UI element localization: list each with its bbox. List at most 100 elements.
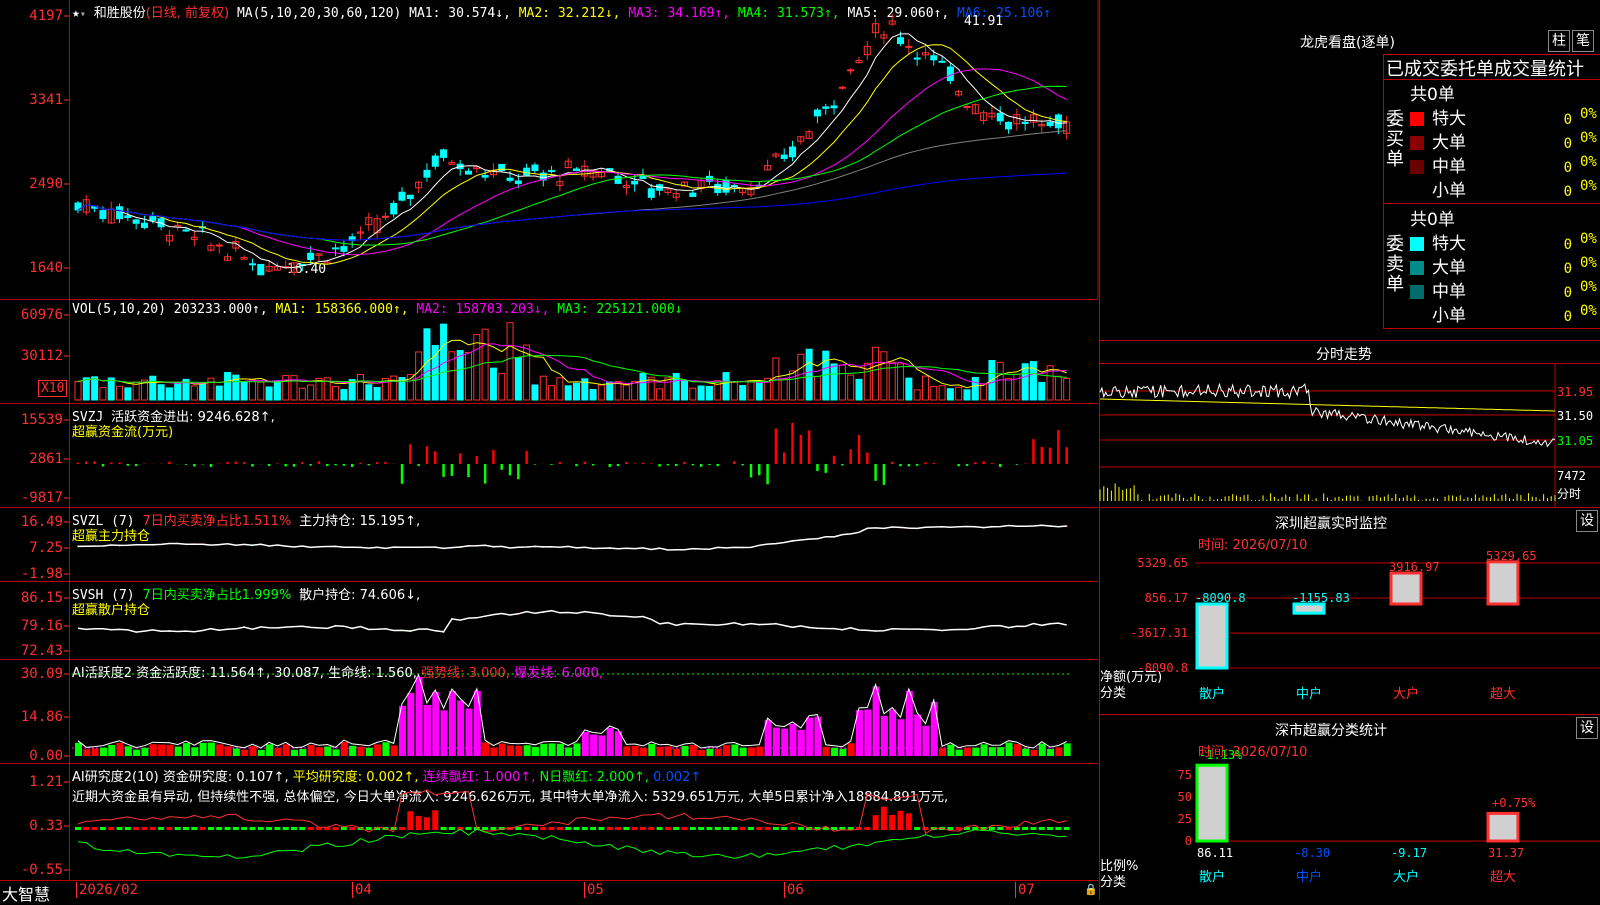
volume-bar [955, 386, 963, 401]
research-bar [540, 827, 547, 830]
activity-bar [75, 742, 82, 756]
ts-unit-label: 分时 [1557, 487, 1582, 501]
volume-bar [307, 384, 315, 401]
activity-bar [831, 747, 839, 756]
monitor-box[interactable]: 深圳超赢实时监控 设 时间: 2026/07/10 5329.65 856.17-… [1100, 507, 1600, 715]
order-count: 0 [1563, 184, 1572, 200]
ai-research-pane[interactable]: 1.21 0.33 -0.55 AI研究度2(10) 资金研究度: 0.107↑… [0, 764, 1098, 881]
activity-bar [299, 749, 307, 756]
volume-pane[interactable]: 60976 30112 X10 VOL(5,10,20) 203233.000↑… [0, 300, 1098, 404]
bar-mode-button[interactable]: 柱 [1548, 30, 1570, 52]
svzl-chart[interactable] [0, 508, 1098, 581]
research-bar [606, 827, 613, 830]
activity-bar [432, 692, 440, 756]
activity-bar [889, 709, 897, 756]
pen-mode-button[interactable]: 笔 [1572, 30, 1594, 52]
activity-bar [573, 743, 581, 756]
volume-bar [548, 385, 556, 401]
research-bar [307, 827, 314, 830]
svsh-chart[interactable] [0, 582, 1098, 659]
svzl-pane[interactable]: 16.49 7.25 -1.98 SVZL (7) 7日内买卖净占比1.511%… [0, 508, 1098, 582]
order-pct: 0% [1580, 106, 1597, 122]
candle [124, 215, 132, 219]
ai-research-chart[interactable] [0, 764, 1098, 880]
ai-active-pane[interactable]: 30.09 14.86 0.00 AI活跃度2 资金活跃度: 11.564↑, … [0, 660, 1098, 764]
ts-vol-label: 7472 [1557, 469, 1586, 483]
candle [215, 244, 223, 247]
board-title: 龙虎看盘(逐单) [1300, 35, 1395, 51]
volume-bar [556, 377, 564, 401]
candle [523, 167, 531, 176]
research-bar [1030, 827, 1037, 830]
order-row: 特大 0 0% [1410, 104, 1600, 129]
activity-bar [116, 742, 124, 756]
volume-bar [913, 389, 921, 401]
category-name: 中单 [1432, 157, 1466, 177]
class-box[interactable]: 深市超赢分类统计 设 时间: 2026/07/10 75 50 25 0 86.11 散户… [1100, 714, 1600, 901]
volume-bar [390, 375, 398, 401]
activity-bar [382, 742, 390, 756]
volume-chart[interactable] [0, 300, 1098, 403]
activity-bar [340, 742, 348, 756]
candle [390, 202, 398, 215]
activity-bar [307, 745, 315, 756]
svzj-pane[interactable]: 15539 2861 -9817 SVZJ 活跃资金进出: 9246.628↑,… [0, 404, 1098, 508]
candle [548, 170, 556, 173]
activity-bar [739, 747, 747, 756]
candle [573, 168, 580, 171]
volume-bar [481, 328, 489, 401]
volume-bar [489, 367, 497, 401]
research-bar [864, 827, 871, 830]
candle [897, 37, 905, 45]
activity-bar [224, 746, 232, 756]
activity-bar [864, 709, 872, 756]
volume-bar [614, 380, 622, 401]
volume-bar [365, 384, 373, 401]
candle [381, 215, 389, 218]
svzj-chart[interactable] [0, 404, 1098, 507]
volume-bar [373, 386, 381, 401]
bar-value: -8.30 [1294, 846, 1330, 860]
research-bar [573, 827, 580, 830]
volume-bar [697, 385, 705, 401]
kline-pane[interactable]: 4197 3341 2490 1640 ★▾ 和胜股份(日线, 前复权) MA(… [0, 0, 1099, 300]
activity-bar [1005, 742, 1013, 756]
lock-icon[interactable]: 🔒 [1084, 883, 1098, 896]
activity-bar [814, 716, 822, 756]
volume-bar [722, 372, 730, 401]
bar-value: 5329.65 [1486, 549, 1537, 563]
category-swatch [1410, 237, 1424, 251]
activity-bar [606, 727, 614, 756]
activity-bar [473, 690, 481, 756]
research-bar [872, 815, 879, 830]
activity-bar [490, 747, 498, 756]
volume-bar [116, 385, 124, 401]
order-count: 0 [1563, 285, 1572, 301]
sell-total: 共0单 [1410, 210, 1455, 230]
research-bar [291, 827, 298, 830]
candle [1046, 121, 1054, 127]
research-bar [432, 810, 439, 830]
svsh-pane[interactable]: 86.15 79.16 72.43 SVSH (7) 7日内买卖净占比1.999… [0, 582, 1098, 660]
research-bar [615, 827, 622, 830]
ai-active-chart[interactable] [0, 660, 1098, 763]
class-chart[interactable]: 75 50 25 0 86.11 散户 -8.30 中户 -9.17 大户 31.37 超大 -1.13… [1100, 715, 1600, 901]
ts-label: 31.95 [1557, 385, 1594, 399]
activity-bar [232, 748, 240, 756]
activity-bar [465, 708, 473, 756]
candle [913, 57, 921, 60]
activity-bar [457, 700, 465, 756]
timeshare-chart[interactable] [1099, 341, 1600, 508]
volume-bar [149, 375, 157, 401]
volume-bar [165, 387, 173, 401]
activity-bar [731, 744, 739, 756]
ts-label: 31.50 [1557, 409, 1594, 423]
candlestick-chart[interactable] [0, 0, 1099, 299]
volume-bar [332, 386, 340, 401]
timeshare-box[interactable]: 分时走势 31.95 31.50 31.05 7472 分时 [1099, 340, 1600, 508]
monitor-chart[interactable]: 5329.65856.17-3617.31-8090.8-8090.8散户-11… [1100, 508, 1600, 715]
volume-bar [838, 364, 846, 401]
y-label: 25 [1178, 812, 1192, 826]
volume-bar [215, 385, 223, 401]
candle [1021, 121, 1029, 125]
